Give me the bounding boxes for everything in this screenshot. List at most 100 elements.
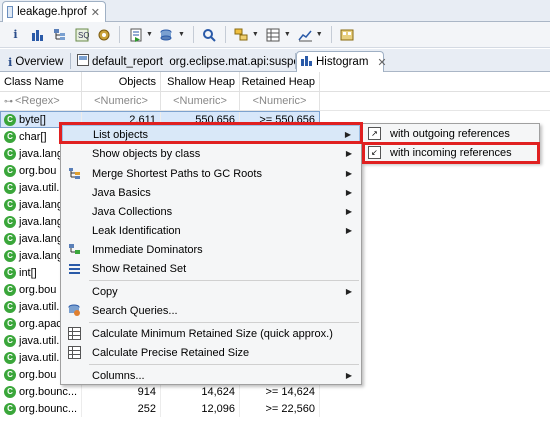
filter-objects[interactable]: <Numeric> bbox=[82, 92, 161, 110]
context-menu: List objects ▶ Show objects by class ▶ M… bbox=[60, 123, 362, 385]
class-icon: C bbox=[4, 300, 16, 313]
chevron-down-icon[interactable]: ▼ bbox=[146, 31, 153, 38]
class-icon: C bbox=[4, 283, 16, 296]
class-icon: C bbox=[4, 351, 16, 364]
tab-default-report[interactable]: default_report org.eclipse.mat.api:suspe… bbox=[73, 51, 314, 72]
info-icon[interactable]: i bbox=[6, 25, 25, 44]
menu-separator bbox=[89, 322, 359, 323]
dominators-icon bbox=[68, 243, 81, 256]
class-name-text: org.bou bbox=[19, 283, 57, 296]
tab-overview[interactable]: i Overview bbox=[4, 51, 63, 72]
pin-icon[interactable] bbox=[338, 25, 357, 44]
class-icon: C bbox=[4, 402, 16, 415]
class-icon: C bbox=[4, 130, 16, 143]
search-queries-icon bbox=[68, 304, 81, 317]
menu-item-list-objects[interactable]: List objects ▶ bbox=[62, 125, 360, 144]
menu-item-search-queries[interactable]: Search Queries... bbox=[62, 301, 360, 320]
chevron-down-icon[interactable]: ▼ bbox=[252, 31, 259, 38]
menu-item-label: Leak Identification bbox=[92, 224, 181, 237]
gear-icon[interactable] bbox=[94, 25, 113, 44]
submenu-arrow-icon: ▶ bbox=[345, 226, 352, 235]
menu-item-columns[interactable]: Columns... ▶ bbox=[62, 366, 360, 385]
class-icon: C bbox=[4, 147, 16, 160]
filter-icon: ⊶ bbox=[4, 95, 13, 106]
table-row[interactable]: Corg.bounc... 914 14,624 >= 14,624 bbox=[0, 383, 550, 400]
menu-item-copy[interactable]: Copy ▶ bbox=[62, 282, 360, 301]
table-row[interactable]: Corg.bounc... 252 12,096 >= 22,560 bbox=[0, 400, 550, 417]
cell-retained-heap: >= 14,624 bbox=[240, 383, 320, 400]
menu-item-merge-shortest-paths[interactable]: Merge Shortest Paths to GC Roots ▶ bbox=[62, 164, 360, 183]
cell-class-name: Corg.bounc... bbox=[0, 383, 82, 400]
chevron-down-icon[interactable]: ▼ bbox=[178, 31, 185, 38]
menu-item-calc-min-retained[interactable]: Calculate Minimum Retained Size (quick a… bbox=[62, 324, 360, 343]
search-icon[interactable] bbox=[200, 25, 219, 44]
histogram-icon bbox=[301, 55, 313, 69]
menu-item-java-collections[interactable]: Java Collections ▶ bbox=[62, 202, 360, 221]
menu-item-label: List objects bbox=[93, 128, 149, 141]
calculate-icon[interactable] bbox=[264, 25, 283, 44]
menu-item-label: Merge Shortest Paths to GC Roots bbox=[92, 167, 262, 180]
chevron-down-icon[interactable]: ▼ bbox=[316, 31, 323, 38]
outgoing-references-icon: ↗ bbox=[368, 127, 381, 140]
tab-histogram[interactable]: Histogram ✕ bbox=[296, 51, 387, 72]
class-name-text: java.util. bbox=[19, 300, 60, 313]
report-tab-bar: i Overview default_report org.eclipse.ma… bbox=[0, 49, 550, 72]
cell-shallow-heap: 12,096 bbox=[161, 400, 240, 417]
menu-item-leak-identification[interactable]: Leak Identification ▶ bbox=[62, 221, 360, 240]
class-name-text: org.bounc... bbox=[19, 385, 78, 398]
cell-retained-heap: >= 22,560 bbox=[240, 400, 320, 417]
class-icon: C bbox=[4, 385, 16, 398]
info-icon: i bbox=[8, 54, 13, 69]
menu-item-java-basics[interactable]: Java Basics ▶ bbox=[62, 183, 360, 202]
close-icon[interactable]: ✕ bbox=[377, 56, 386, 69]
filter-placeholder: <Regex> bbox=[15, 95, 60, 107]
close-icon[interactable]: ✕ bbox=[91, 6, 100, 19]
menu-item-calc-precise-retained[interactable]: Calculate Precise Retained Size bbox=[62, 343, 360, 362]
menu-item-label: Java Collections bbox=[92, 205, 173, 218]
menu-item-show-retained-set[interactable]: Show Retained Set bbox=[62, 259, 360, 278]
toolbar-separator bbox=[330, 26, 332, 43]
column-header-shallow-heap[interactable]: Shallow Heap bbox=[161, 72, 240, 91]
column-header-retained-heap[interactable]: Retained Heap bbox=[240, 72, 320, 91]
class-icon: C bbox=[4, 113, 16, 126]
class-icon: C bbox=[4, 232, 16, 245]
toolbar-separator bbox=[192, 26, 194, 43]
filter-retained-heap[interactable]: <Numeric> bbox=[240, 92, 320, 110]
menu-item-label: Search Queries... bbox=[92, 304, 178, 317]
menu-item-with-incoming-references[interactable]: ↙ with incoming references bbox=[364, 144, 539, 162]
tab-separator bbox=[70, 53, 71, 69]
query-browser-icon[interactable] bbox=[158, 25, 177, 44]
dominator-tree-icon[interactable] bbox=[50, 25, 69, 44]
filter-class-name[interactable]: ⊶ <Regex> bbox=[0, 92, 82, 110]
menu-item-label: with outgoing references bbox=[390, 128, 510, 140]
cell-shallow-heap: 14,624 bbox=[161, 383, 240, 400]
column-header-class-name[interactable]: Class Name bbox=[0, 72, 82, 91]
histogram-icon[interactable] bbox=[28, 25, 47, 44]
class-name-text: java.util. bbox=[19, 334, 60, 347]
submenu-arrow-icon: ▶ bbox=[345, 149, 352, 158]
oql-icon[interactable]: SQ bbox=[72, 25, 91, 44]
menu-item-immediate-dominators[interactable]: Immediate Dominators bbox=[62, 240, 360, 259]
class-icon: C bbox=[4, 164, 16, 177]
filter-row: ⊶ <Regex> <Numeric> <Numeric> <Numeric> bbox=[0, 92, 550, 111]
chevron-down-icon[interactable]: ▼ bbox=[284, 31, 291, 38]
run-report-icon[interactable] bbox=[126, 25, 145, 44]
toolbar: i SQ ▼ ▼ ▼ ▼ ▼ bbox=[0, 22, 550, 48]
class-name-text: java.lang bbox=[19, 147, 64, 160]
class-name-text: java.lang bbox=[19, 215, 64, 228]
class-name-text: byte[] bbox=[19, 113, 46, 126]
class-icon: C bbox=[4, 249, 16, 262]
menu-item-show-objects-by-class[interactable]: Show objects by class ▶ bbox=[62, 144, 360, 163]
filter-shallow-heap[interactable]: <Numeric> bbox=[161, 92, 240, 110]
menu-separator bbox=[89, 364, 359, 365]
menu-item-with-outgoing-references[interactable]: ↗ with outgoing references bbox=[364, 125, 539, 143]
export-icon[interactable] bbox=[296, 25, 315, 44]
menu-item-label: with incoming references bbox=[390, 147, 512, 159]
menu-item-label: Calculate Precise Retained Size bbox=[92, 346, 250, 359]
class-name-text: char[] bbox=[19, 130, 47, 143]
table-header: Class Name Objects Shallow Heap Retained… bbox=[0, 72, 550, 92]
column-header-objects[interactable]: Objects bbox=[82, 72, 161, 91]
group-icon[interactable] bbox=[232, 25, 251, 44]
editor-tab-leakage[interactable]: leakage.hprof ✕ bbox=[2, 1, 106, 22]
list-objects-submenu: ↗ with outgoing references ↙ with incomi… bbox=[362, 123, 540, 163]
